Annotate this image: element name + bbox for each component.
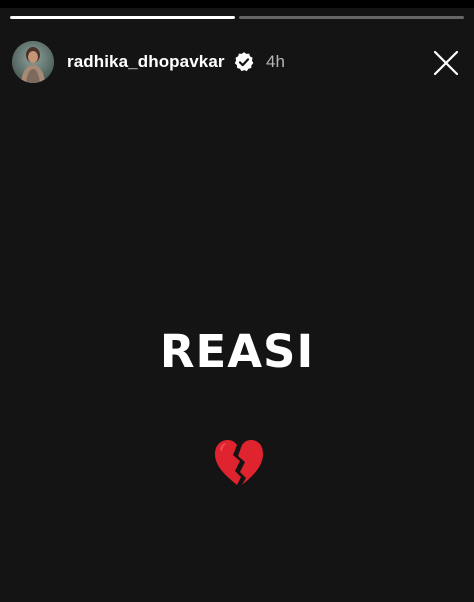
profile-avatar-icon (12, 41, 54, 83)
status-edge (0, 0, 474, 8)
progress-fill-1 (10, 16, 235, 19)
story-text: REASI (159, 325, 315, 378)
progress-segment-2 (239, 16, 464, 19)
broken-heart-icon (211, 437, 267, 489)
story-progress-bars (10, 16, 464, 19)
close-icon (433, 50, 459, 76)
story-timestamp: 4h (266, 52, 285, 71)
story-header: radhika_dhopavkar 4h (12, 40, 462, 84)
avatar[interactable] (12, 41, 54, 83)
verified-badge-icon (233, 51, 255, 73)
username[interactable]: radhika_dhopavkar (67, 52, 225, 72)
story-viewer[interactable]: radhika_dhopavkar 4h REASI (0, 0, 474, 602)
progress-segment-1 (10, 16, 235, 19)
close-button[interactable] (432, 49, 460, 77)
